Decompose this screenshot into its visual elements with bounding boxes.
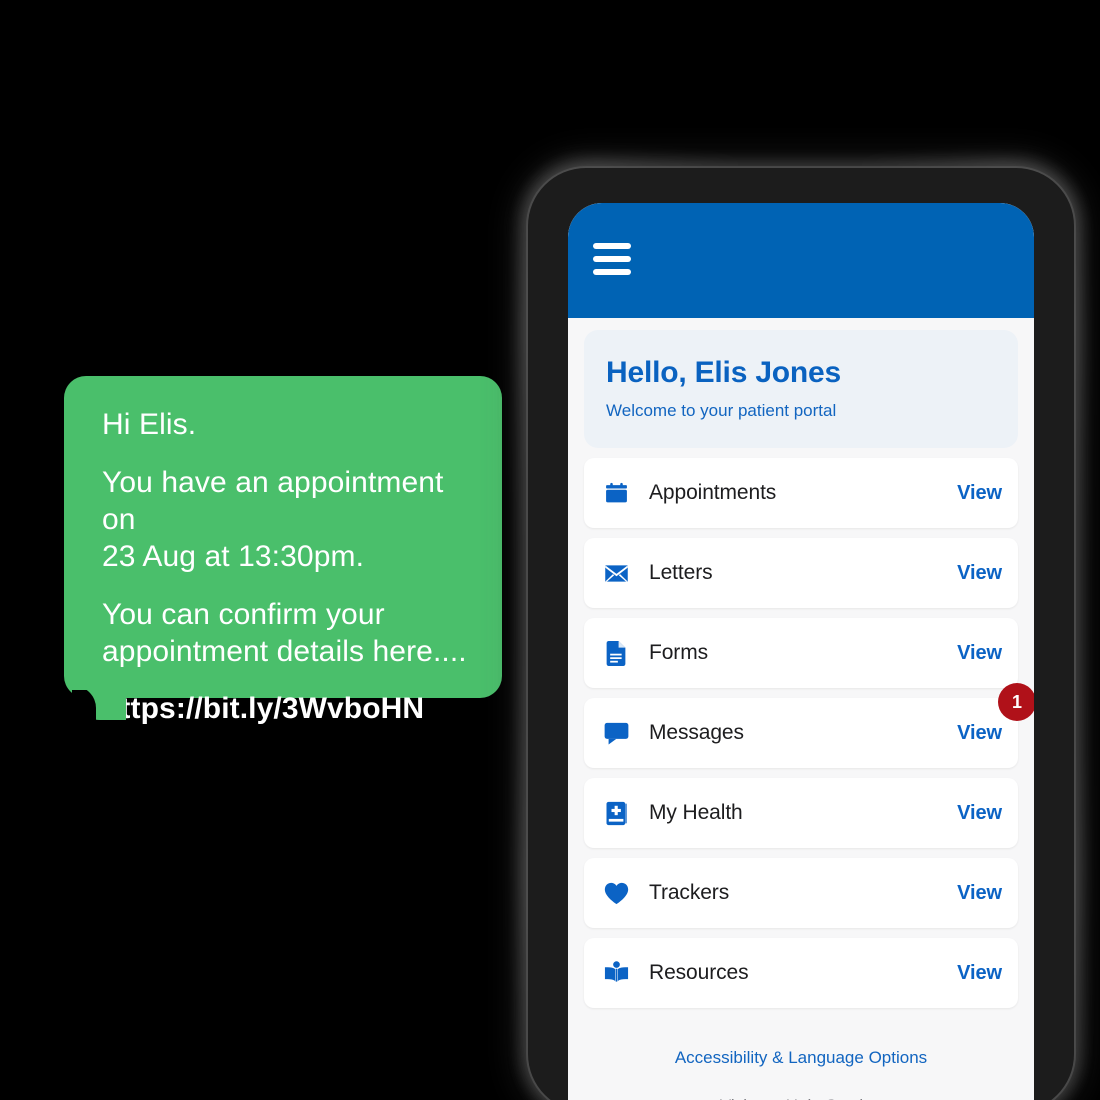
calendar-icon <box>603 480 629 506</box>
medical-book-icon <box>603 800 629 826</box>
heart-icon <box>603 880 629 906</box>
menu-row-messages[interactable]: Messages View 1 <box>584 683 1034 768</box>
sms-bubble-tail <box>72 690 126 726</box>
sms-message-bubble: Hi Elis. You have an appointment on 23 A… <box>64 376 502 725</box>
view-link[interactable]: View <box>957 722 1002 745</box>
app-bar <box>568 203 1034 318</box>
menu-item-label: Trackers <box>649 881 730 904</box>
help-section-link[interactable]: Visit our Help Section <box>568 1096 1034 1100</box>
portal-footer: Accessibility & Language Options Visit o… <box>568 1048 1034 1100</box>
menu-item-label: Messages <box>649 721 744 744</box>
sms-confirm-line-2: appointment details here.... <box>102 635 467 668</box>
phone-screen: Hello, Elis Jones Welcome to your patien… <box>568 203 1034 1100</box>
phone-mockup: Hello, Elis Jones Welcome to your patien… <box>519 159 1081 1100</box>
menu-item-label: Letters <box>649 561 713 584</box>
speech-bubble-icon <box>603 720 629 746</box>
menu-row-letters[interactable]: Letters View <box>584 538 1018 608</box>
greeting-card: Hello, Elis Jones Welcome to your patien… <box>584 330 1018 448</box>
menu-row-my-health[interactable]: My Health View <box>584 778 1018 848</box>
hamburger-bar-3 <box>593 269 631 275</box>
greeting-subtitle: Welcome to your patient portal <box>606 401 837 420</box>
hamburger-bar-1 <box>593 243 631 249</box>
menu-row-trackers[interactable]: Trackers View <box>584 858 1018 928</box>
unread-count-badge: 1 <box>998 683 1034 721</box>
sms-greeting-text: Hi Elis. <box>102 408 197 441</box>
hamburger-menu-icon[interactable] <box>593 243 635 275</box>
hamburger-bar-2 <box>593 256 631 262</box>
menu-item-label: My Health <box>649 801 743 824</box>
sms-shortlink[interactable]: https://bit.ly/3WvboHN <box>84 691 472 727</box>
menu-row-forms[interactable]: Forms View <box>584 618 1018 688</box>
menu-row-appointments[interactable]: Appointments View <box>584 458 1018 528</box>
sms-confirm-paragraph: You can confirm your appointment details… <box>84 596 472 670</box>
open-book-icon <box>603 960 629 986</box>
view-link[interactable]: View <box>957 562 1002 585</box>
menu-item-label: Resources <box>649 961 749 984</box>
sms-greeting-paragraph: Hi Elis. <box>84 406 472 443</box>
view-link[interactable]: View <box>957 642 1002 665</box>
document-icon <box>603 640 629 666</box>
portal-menu-list: Appointments View Letters View Forms View Mess… <box>568 458 1034 1008</box>
menu-item-label: Appointments <box>649 481 777 504</box>
greeting-title: Hello, Elis Jones <box>606 356 842 389</box>
view-link[interactable]: View <box>957 482 1002 505</box>
view-link[interactable]: View <box>957 882 1002 905</box>
sms-confirm-line-1: You can confirm your <box>102 598 385 631</box>
sms-appointment-line-2: 23 Aug at 13:30pm. <box>102 540 365 573</box>
accessibility-language-options-link[interactable]: Accessibility & Language Options <box>675 1048 927 1068</box>
view-link[interactable]: View <box>957 802 1002 825</box>
illustration-stage: Hi Elis. You have an appointment on 23 A… <box>0 0 1100 1100</box>
view-link[interactable]: View <box>957 962 1002 985</box>
sms-appointment-line-1: You have an appointment on <box>102 466 444 536</box>
sms-appointment-paragraph: You have an appointment on 23 Aug at 13:… <box>84 464 472 575</box>
menu-row-resources[interactable]: Resources View <box>584 938 1018 1008</box>
menu-item-label: Forms <box>649 641 708 664</box>
envelope-icon <box>603 560 629 586</box>
